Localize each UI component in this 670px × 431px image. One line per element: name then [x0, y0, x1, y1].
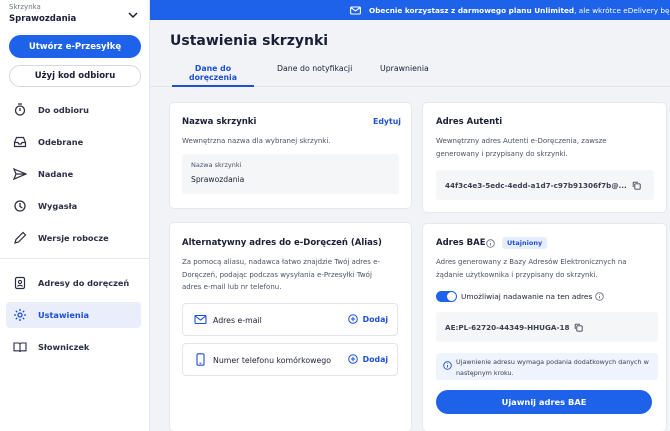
send-icon: [13, 167, 27, 181]
sidebar: Skrzynka Sprawozdania Utwórz e-Przesyłkę…: [0, 0, 150, 431]
sidebar-item-wersje-robocze[interactable]: Wersje robocze: [6, 225, 141, 251]
desc-line: generowany i przypisany do skrzynki.: [436, 149, 568, 158]
banner-text: , ale wkrótce eDelivery będzie: [574, 5, 670, 15]
info-text: Ujawnienie adresu wymaga podania dodatko…: [456, 357, 666, 378]
card-title: Alternatywny adres do e-Doręczeń (Alias): [182, 238, 382, 248]
info-line: Ujawnienie adresu wymaga podania dodatko…: [456, 358, 649, 366]
sidebar-item-wygasla[interactable]: Wygasła: [6, 193, 141, 219]
card-description: Wewnętrzna nazwa dla wybranej skrzynki.: [182, 137, 331, 145]
copy-icon[interactable]: [632, 181, 641, 190]
settings-tabs: Dane do doręczenia Dane do notyfikacji U…: [150, 58, 670, 87]
alias-card: Alternatywny adres do e-Doręczeń (Alias)…: [170, 223, 411, 431]
edit-name-link[interactable]: Edytuj: [373, 117, 401, 126]
plus-circle-icon: [347, 354, 358, 364]
autenti-address-value: 44f3c4e3-5edc-4edd-a1d7-c97b91306f7b@...: [445, 180, 627, 190]
field-value: Sprawozdania: [191, 175, 245, 184]
sidebar-item-odebrane[interactable]: Odebrane: [6, 129, 141, 155]
allow-sending-toggle[interactable]: [436, 291, 457, 302]
desc-line: Wewnętrzny adres Autenti e-Doręczenia, z…: [436, 137, 607, 145]
bae-address-field: AE:PL-62720-44349-HHUGA-18: [436, 312, 658, 342]
sidebar-item-nadane[interactable]: Nadane: [6, 161, 141, 187]
stopwatch-icon: [14, 103, 26, 116]
sidebar-divider: [0, 258, 150, 259]
expired-clock-icon: [14, 200, 26, 212]
autenti-address-field: 44f3c4e3-5edc-4edd-a1d7-c97b91306f7b@...: [436, 170, 654, 200]
card-title: Adres Autenti: [436, 117, 503, 127]
tab-uprawnienia[interactable]: Uprawnienia: [380, 64, 429, 87]
desc-line: adres e-mail lub nr telefonu.: [182, 283, 282, 291]
alias-phone-label: Numer telefonu komórkowego: [213, 356, 332, 365]
info-line: następnym kroku.: [456, 368, 514, 377]
bae-address-card: Adres BAE Utajniony Adres generowany z B…: [423, 224, 666, 431]
sidebar-item-label: Nadane: [38, 169, 74, 179]
confidential-badge: Utajniony: [502, 237, 548, 249]
tab-dane-do-doreczenia[interactable]: Dane do doręczenia: [172, 64, 254, 87]
alias-email-label: Adres e-mail: [213, 316, 262, 325]
info-icon[interactable]: [486, 239, 495, 248]
add-label: Dodaj: [362, 314, 388, 324]
mailbox-name-card: Nazwa skrzynki Edytuj Wewnętrzna nazwa d…: [170, 103, 411, 208]
book-icon: [13, 342, 27, 353]
sidebar-item-label: Słowniczek: [38, 342, 90, 352]
alias-phone-row: Numer telefonu komórkowego Dodaj: [182, 343, 398, 376]
autenti-address-card: Adres Autenti Wewnętrzny adres Autenti e…: [423, 103, 666, 212]
sidebar-item-label: Odebrane: [38, 137, 84, 147]
use-pickup-code-button[interactable]: Użyj kod odbioru: [9, 65, 141, 87]
copy-icon[interactable]: [574, 323, 584, 332]
page-title: Ustawienia skrzynki: [170, 33, 329, 49]
pencil-icon: [14, 231, 27, 244]
address-book-icon: [14, 276, 26, 290]
inbox-icon: [13, 136, 27, 148]
tab-dane-do-notyfikacji[interactable]: Dane do notyfikacji: [277, 64, 352, 87]
card-description: Za pomocą aliasu, nadawca łatwo znajdzie…: [182, 256, 404, 294]
mailbox-name-field: Nazwa skrzynki Sprawozdania: [182, 154, 399, 194]
sidebar-item-adresy[interactable]: Adresy do doręczeń: [6, 270, 141, 296]
desc-line: Za pomocą aliasu, nadawca łatwo znajdzie…: [182, 258, 381, 266]
sidebar-item-label: Wygasła: [38, 201, 78, 211]
gear-icon: [14, 309, 26, 321]
sidebar-item-slowniczek[interactable]: Słowniczek: [6, 334, 141, 360]
plan-banner: Obecnie korzystasz z darmowego planu Unl…: [150, 0, 670, 20]
card-title: Nazwa skrzynki: [182, 117, 257, 127]
mail-icon: [350, 5, 361, 15]
add-label: Dodaj: [362, 354, 388, 364]
sidebar-item-label: Adresy do doręczeń: [38, 278, 130, 288]
mailbox-label: Skrzynka: [9, 3, 41, 11]
card-title: Adres BAE: [436, 238, 486, 248]
create-parcel-button[interactable]: Utwórz e-Przesyłkę: [9, 35, 141, 58]
alias-email-row: Adres e-mail Dodaj: [182, 303, 398, 336]
phone-icon: [196, 353, 205, 366]
desc-line: żądanie użytkownika i przypisany do skrz…: [436, 270, 598, 279]
chevron-down-icon[interactable]: [126, 8, 140, 22]
field-label: Nazwa skrzynki: [191, 161, 242, 169]
sidebar-item-label: Wersje robocze: [38, 233, 109, 243]
reveal-info-box: Ujawnienie adresu wymaga podania dodatko…: [436, 353, 658, 380]
sidebar-item-label: Ustawienia: [38, 310, 90, 320]
add-email-button[interactable]: Dodaj: [347, 314, 388, 324]
add-phone-button[interactable]: Dodaj: [347, 354, 388, 364]
mailbox-name: Sprawozdania: [9, 14, 77, 24]
card-description: Adres generowany z Bazy Adresów Elektron…: [436, 256, 661, 281]
desc-line: Adres generowany z Bazy Adresów Elektron…: [436, 258, 627, 266]
toggle-label: Umożliwiaj nadawanie na ten adres: [461, 292, 593, 301]
sidebar-item-ustawienia[interactable]: Ustawienia: [6, 302, 141, 328]
reveal-bae-button[interactable]: Ujawnij adres BAE: [436, 390, 652, 414]
card-description: Wewnętrzny adres Autenti e-Doręczenia, z…: [436, 135, 658, 160]
bae-address-value: AE:PL-62720-44349-HHUGA-18: [445, 322, 570, 332]
sidebar-item-label: Do odbioru: [38, 105, 89, 115]
info-icon[interactable]: [595, 292, 604, 301]
info-icon: [443, 361, 452, 370]
sidebar-item-do-odbioru[interactable]: Do odbioru: [6, 97, 141, 123]
plus-circle-icon: [347, 314, 358, 324]
mail-icon: [194, 314, 207, 325]
desc-line: Doręczeń, podając podczas wysyłania e-Pr…: [182, 270, 372, 279]
banner-bold-text: Obecnie korzystasz z darmowego planu Unl…: [369, 5, 575, 15]
